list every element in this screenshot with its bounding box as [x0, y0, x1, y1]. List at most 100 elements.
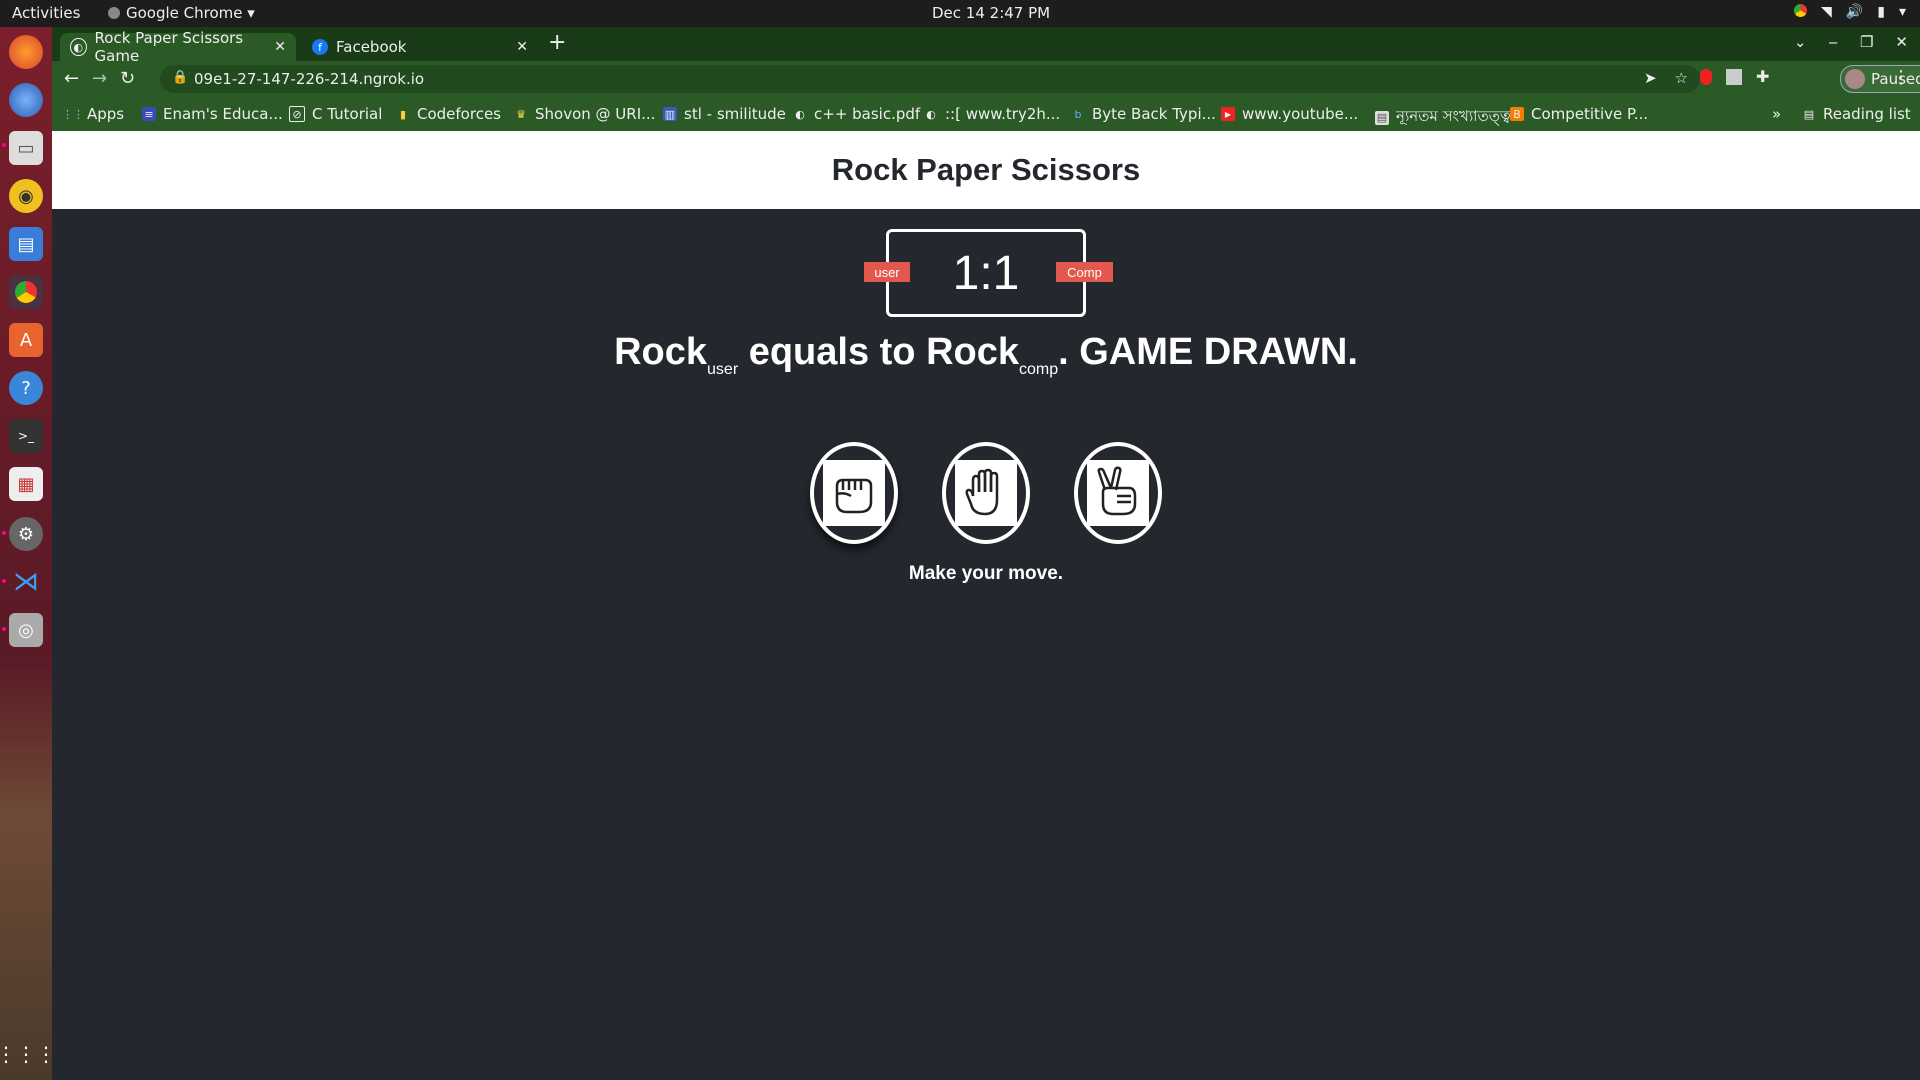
apps-icon: ⋮⋮	[62, 107, 84, 121]
site-icon: b	[1074, 107, 1082, 121]
bookmark-label: Competitive P...	[1531, 105, 1648, 123]
app-menu[interactable]: Google Chrome ▾	[108, 4, 255, 22]
clock[interactable]: Dec 14 2:47 PM	[932, 4, 1050, 22]
comp-choice: Rock	[926, 331, 1019, 373]
bookmark-label: Byte Back Typi...	[1092, 105, 1216, 123]
lock-icon[interactable]: 🔒	[172, 70, 188, 85]
bookmark-enams-educa[interactable]: ≡ Enam's Educa...	[142, 105, 283, 123]
tab-facebook[interactable]: f Facebook ✕	[302, 33, 538, 61]
system-top-bar: Activities Google Chrome ▾ Dec 14 2:47 P…	[0, 0, 1920, 27]
terminal-icon[interactable]: >_	[9, 419, 43, 453]
reading-list-icon: ▤	[1803, 107, 1815, 121]
bookmark-bengali[interactable]: ▤ ন্যূনতম সংখ্যাতত্ত্ব	[1375, 105, 1511, 130]
youtube-icon: ▶	[1221, 107, 1235, 121]
bookmark-label: Codeforces	[417, 105, 501, 123]
avatar	[1845, 69, 1865, 89]
user-subscript: user	[707, 361, 739, 378]
new-tab-button[interactable]: +	[548, 30, 566, 55]
rhythmbox-icon[interactable]: ◉	[9, 179, 43, 213]
scissors-button[interactable]	[1074, 442, 1162, 544]
bookmarks-overflow[interactable]: »	[1772, 105, 1781, 123]
tab-strip: ◐ Rock Paper Scissors Game ✕ f Facebook …	[52, 27, 1920, 65]
bookmark-codeforces[interactable]: ▮ Codeforces	[396, 105, 501, 123]
reload-icon[interactable]: ↻	[120, 68, 135, 89]
outcome-text: . GAME DRAWN.	[1058, 331, 1358, 373]
codeforces-icon: ▮	[399, 107, 407, 121]
menu-icon[interactable]: ⋮	[1892, 67, 1910, 88]
bookmark-byte-back[interactable]: b Byte Back Typi...	[1071, 105, 1216, 123]
restore-icon[interactable]: ❐	[1860, 33, 1873, 51]
running-indicator	[2, 579, 6, 583]
bookmark-c-tutorial[interactable]: ⊘ C Tutorial	[289, 105, 382, 123]
rock-icon	[823, 460, 885, 526]
bookmark-cpp-basic[interactable]: ◐ c++ basic.pdf	[793, 105, 920, 123]
volume-icon: 🔊	[1845, 4, 1864, 20]
activities-button[interactable]: Activities	[12, 4, 80, 22]
help-icon[interactable]: ?	[9, 371, 43, 405]
bookmark-label: Enam's Educa...	[163, 105, 283, 123]
firefox-icon[interactable]	[9, 35, 43, 69]
url-text[interactable]: 09e1-27-147-226-214.ngrok.io	[194, 70, 424, 88]
globe-icon: ◐	[795, 107, 805, 121]
site-icon: ▥	[663, 107, 677, 121]
tab-search-icon[interactable]: ⌄	[1794, 33, 1807, 51]
address-bar[interactable]: 🔒 09e1-27-147-226-214.ngrok.io ➤ ☆	[160, 65, 1700, 93]
back-icon[interactable]: ←	[64, 68, 79, 89]
result-message: Rockuser equals to Rockcomp. GAME DRAWN.	[52, 331, 1920, 379]
forward-icon[interactable]: →	[92, 68, 107, 89]
minimize-icon[interactable]: ‒	[1828, 33, 1838, 51]
settings-icon[interactable]: ⚙	[9, 517, 43, 551]
bookmark-shovon-uri[interactable]: ♛ Shovon @ URI...	[514, 105, 655, 123]
score-display: 1:1	[952, 246, 1020, 300]
close-window-icon[interactable]: ✕	[1895, 33, 1908, 51]
thunderbird-icon[interactable]	[9, 83, 43, 117]
window-controls: ⌄ ‒ ❐ ✕	[1794, 33, 1908, 51]
reading-list[interactable]: ▤ Reading list	[1802, 105, 1911, 123]
globe-icon: ◐	[70, 38, 87, 56]
doc-icon: ▤	[1375, 110, 1389, 125]
action-message: Make your move.	[908, 563, 1064, 584]
chrome-icon[interactable]	[9, 275, 43, 309]
user-badge: user	[864, 262, 910, 282]
extension-gray-icon[interactable]	[1726, 68, 1742, 85]
system-tray[interactable]: ◥ 🔊 ▮ ▾	[1794, 4, 1906, 20]
extension-red-icon[interactable]	[1700, 68, 1712, 85]
bookmark-competitive[interactable]: B Competitive P...	[1510, 105, 1648, 123]
paper-button[interactable]	[942, 442, 1030, 544]
bookmark-try2h[interactable]: ◐ ::[ www.try2h...	[924, 105, 1060, 123]
battery-icon: ▮	[1877, 4, 1885, 20]
comp-subscript: comp	[1018, 361, 1059, 378]
bookmark-label: Apps	[87, 105, 125, 123]
app-menu-label: Google Chrome ▾	[126, 4, 255, 22]
bookmark-stl-smilitude[interactable]: ▥ stl - smilitude	[663, 105, 786, 123]
tab-rock-paper-scissors[interactable]: ◐ Rock Paper Scissors Game ✕	[60, 29, 296, 65]
show-apps-icon[interactable]: ⋮⋮⋮	[0, 1037, 56, 1071]
puzzle-icon[interactable]: ✚	[1756, 67, 1769, 86]
close-icon[interactable]: ✕	[274, 39, 286, 55]
bookmark-apps[interactable]: ⋮⋮ Apps	[62, 105, 125, 123]
running-indicator	[2, 627, 6, 631]
blogger-icon: B	[1510, 107, 1524, 121]
close-icon[interactable]: ✕	[516, 39, 528, 55]
bookmark-label: stl - smilitude	[684, 105, 786, 123]
writer-icon[interactable]: ▤	[9, 227, 43, 261]
bookmark-label: ন্যূনতম সংখ্যাতত্ত্ব	[1396, 107, 1511, 125]
paper-icon	[955, 460, 1017, 526]
user-choice: Rock	[614, 331, 708, 373]
send-icon[interactable]: ➤	[1644, 69, 1657, 87]
reading-list-label: Reading list	[1823, 105, 1911, 123]
bookmark-label: ::[ www.try2h...	[945, 105, 1061, 123]
files-icon[interactable]: ▭	[9, 131, 43, 165]
software-center-icon[interactable]: A	[9, 323, 43, 357]
site-icon: ⊘	[289, 106, 305, 122]
vscode-icon[interactable]: ⋊	[9, 565, 43, 599]
disk-icon[interactable]: ◎	[9, 613, 43, 647]
rock-button[interactable]	[810, 442, 898, 544]
document-viewer-icon[interactable]: ▦	[9, 467, 43, 501]
bookmarks-bar: ⋮⋮ Apps ≡ Enam's Educa... ⊘ C Tutorial ▮…	[52, 98, 1920, 131]
page-header: Rock Paper Scissors	[52, 131, 1920, 209]
connector-text: equals to	[738, 331, 927, 373]
bookmark-youtube[interactable]: ▶ www.youtube...	[1221, 105, 1358, 123]
star-icon[interactable]: ☆	[1675, 69, 1688, 87]
chrome-status-icon[interactable]	[1794, 4, 1808, 17]
